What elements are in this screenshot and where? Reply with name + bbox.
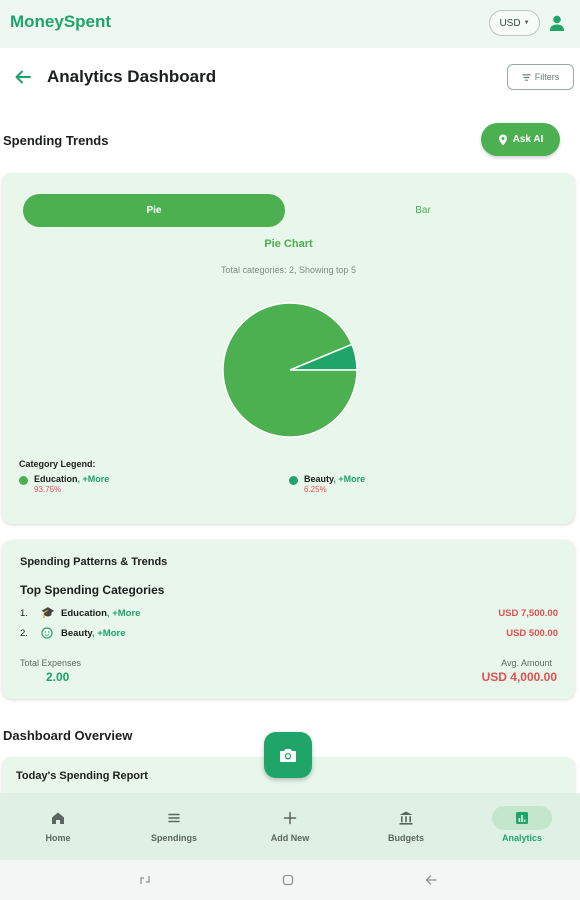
back-arrow-icon[interactable]	[13, 67, 33, 87]
category-name: Beauty, +More	[61, 628, 126, 639]
tab-bar[interactable]: Bar	[292, 194, 554, 227]
pie-slice-education[interactable]	[222, 302, 358, 438]
legend-title: Category Legend:	[19, 459, 96, 469]
top-categories-title: Top Spending Categories	[20, 583, 165, 597]
category-amount: USD 7,500.00	[498, 608, 558, 619]
legend-name: Beauty, +More	[304, 474, 366, 484]
system-back-icon[interactable]	[424, 873, 438, 887]
top-app-bar: MoneySpent USD ▼	[0, 0, 580, 48]
tab-pie[interactable]: Pie	[23, 194, 285, 227]
chevron-down-icon: ▼	[523, 20, 530, 26]
list-icon	[168, 813, 180, 823]
app-brand: MoneySpent	[10, 12, 112, 31]
nav-label: Home	[45, 833, 71, 843]
recents-icon[interactable]	[138, 873, 152, 887]
user-icon[interactable]	[548, 14, 566, 32]
camera-button[interactable]	[264, 732, 312, 778]
ask-ai-label: Ask AI	[512, 134, 544, 145]
avg-amount-value: USD 4,000.00	[481, 670, 557, 684]
category-amount: USD 500.00	[506, 628, 558, 639]
camera-icon	[280, 749, 296, 762]
list-item[interactable]: 1. 🎓 Education, +More USD 7,500.00	[20, 607, 558, 624]
patterns-title: Spending Patterns & Trends	[20, 556, 168, 568]
bottom-navigation: Home Spendings Add New Budgets Analytics	[0, 793, 580, 860]
legend-percent: 93.75%	[34, 485, 62, 494]
plus-icon	[283, 811, 297, 825]
ask-ai-button[interactable]: Ask AI	[481, 123, 560, 156]
total-expenses-label: Total Expenses	[20, 658, 82, 668]
category-name: Education, +More	[61, 608, 141, 619]
home-icon	[52, 812, 64, 824]
nav-add-new[interactable]: Add New	[232, 793, 348, 860]
legend-dot	[289, 476, 298, 485]
todays-report-title: Today's Spending Report	[16, 770, 148, 782]
home-circle-icon[interactable]	[281, 873, 295, 887]
avg-amount-label: Avg. Amount	[501, 658, 552, 668]
spending-trends-title: Spending Trends	[3, 133, 109, 148]
legend-dot	[19, 476, 28, 485]
nav-label: Budgets	[388, 833, 424, 843]
pie-chart	[222, 302, 358, 438]
face-icon	[41, 626, 53, 642]
currency-selector[interactable]: USD ▼	[489, 10, 540, 36]
nav-label: Spendings	[150, 833, 197, 843]
nav-home[interactable]: Home	[0, 793, 116, 860]
chart-subtitle: Total categories: 2, Showing top 5	[220, 265, 357, 275]
legend-percent: 6.25%	[304, 485, 327, 494]
list-item-number: 2.	[20, 628, 28, 639]
chart-title: Pie Chart	[264, 238, 313, 250]
nav-budgets[interactable]: Budgets	[348, 793, 464, 860]
list-item-number: 1.	[20, 608, 28, 619]
filters-button[interactable]: Filters	[507, 64, 574, 90]
system-navigation-bar	[0, 860, 580, 900]
spending-patterns-card: Spending Patterns & Trends Top Spending …	[2, 540, 575, 699]
spending-trends-card: Pie Bar Pie Chart Total categories: 2, S…	[2, 173, 575, 524]
location-pin-icon	[498, 134, 507, 145]
filter-icon	[522, 73, 531, 81]
analytics-icon	[516, 812, 528, 824]
nav-spendings[interactable]: Spendings	[116, 793, 232, 860]
bank-icon	[399, 811, 413, 825]
legend-name: Education, +More	[34, 474, 110, 484]
page-header: Analytics Dashboard Filters	[0, 58, 580, 98]
dashboard-overview-title: Dashboard Overview	[3, 728, 133, 743]
total-expenses-value: 2.00	[46, 670, 70, 684]
page-title: Analytics Dashboard	[47, 67, 217, 86]
nav-label: Add New	[270, 833, 310, 843]
list-item[interactable]: 2. Beauty, +More USD 500.00	[20, 626, 558, 644]
nav-analytics[interactable]: Analytics	[464, 793, 580, 860]
currency-label: USD	[499, 17, 521, 29]
filters-label: Filters	[534, 72, 560, 82]
graduation-cap-icon: 🎓	[41, 607, 55, 619]
nav-label: Analytics	[501, 833, 543, 843]
